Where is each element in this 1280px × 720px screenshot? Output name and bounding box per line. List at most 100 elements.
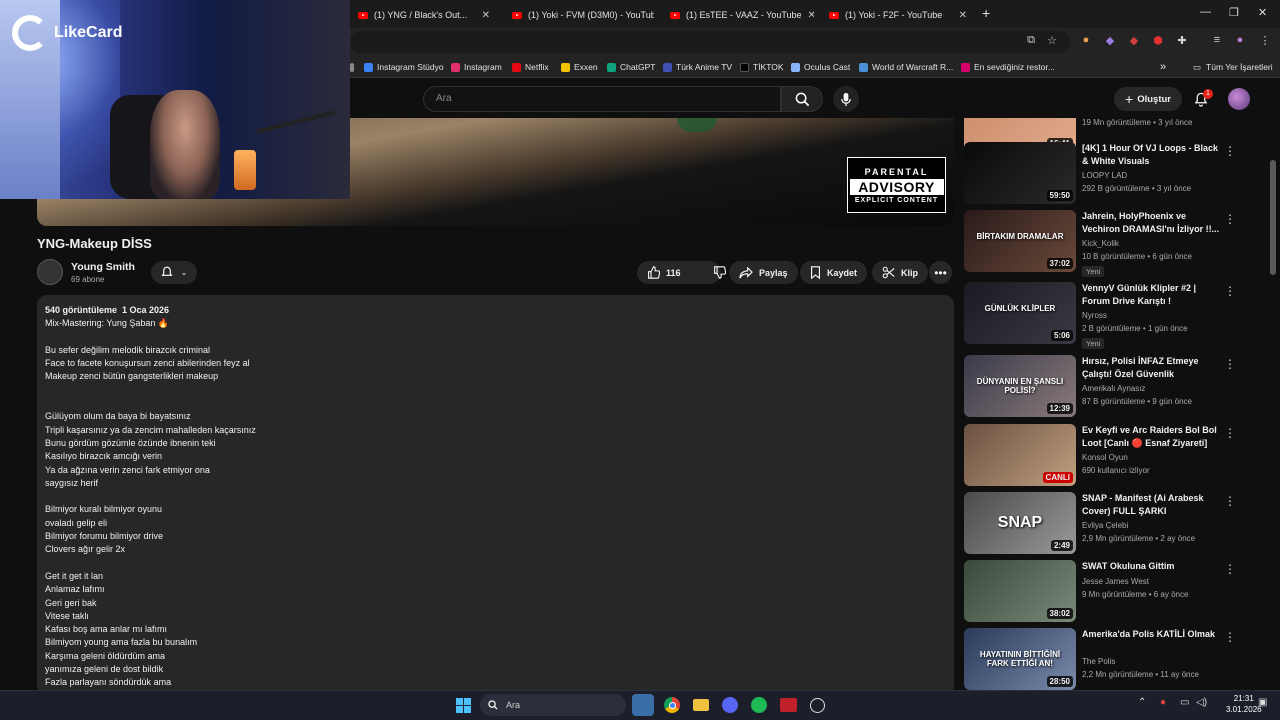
bookmark-item[interactable]: Türk Anime TV bbox=[663, 58, 732, 76]
recommended-video-title[interactable]: SNAP - Manifest (Ai Arabesk Cover) FULL … bbox=[1082, 492, 1222, 517]
video-thumbnail[interactable]: CANLI bbox=[964, 424, 1076, 486]
recommended-video[interactable]: HAYATININ BİTTİĞİNİ FARK ETTİĞİ AN! 28:50… bbox=[964, 628, 1264, 690]
chrome-app-icon[interactable] bbox=[661, 694, 683, 716]
bookmark-folder-icon[interactable] bbox=[350, 58, 358, 76]
extension-icon[interactable]: ◆ bbox=[1127, 34, 1141, 47]
bookmark-item[interactable]: Exxen bbox=[561, 58, 598, 76]
bookmark-item[interactable]: En sevdiğiniz restor... bbox=[961, 58, 1055, 76]
search-button[interactable] bbox=[781, 86, 823, 112]
recommended-video-title[interactable]: Hırsız, Polisi İNFAZ Etmeye Çalıştı! Öze… bbox=[1082, 355, 1222, 381]
recommended-channel[interactable]: LOOPY LAD bbox=[1082, 171, 1127, 180]
taskbar-clock[interactable]: 21:31 3.01.2026 bbox=[1226, 693, 1262, 715]
recommended-channel[interactable]: Amerikalı Aynasız bbox=[1082, 384, 1145, 393]
browser-menu-icon[interactable]: ⋮ bbox=[1258, 34, 1272, 47]
recommended-video[interactable]: GÜNLÜK KLİPLER 5:06 VennyV Günlük Klipler … bbox=[964, 282, 1264, 349]
discord-app-icon[interactable] bbox=[719, 694, 741, 716]
more-options-icon[interactable]: ⋮ bbox=[1224, 284, 1236, 298]
recommended-video-title[interactable]: VennyV Günlük Klipler #2 | Forum Drive K… bbox=[1082, 282, 1222, 307]
recommended-channel[interactable]: Evliya Çelebi bbox=[1082, 521, 1128, 530]
close-window-icon[interactable]: ✕ bbox=[1258, 6, 1267, 19]
browser-tab[interactable]: (1) EsTEE - VAAZ - YouTube ✕ bbox=[664, 4, 814, 26]
voice-search-button[interactable] bbox=[833, 86, 859, 112]
taskbar-search[interactable]: Ara bbox=[480, 694, 626, 716]
search-input[interactable]: Ara bbox=[423, 86, 781, 112]
browser-tab[interactable]: (1) YNG / Black's Out... ✕ bbox=[352, 4, 496, 26]
bookmark-item[interactable]: Instagram bbox=[451, 58, 502, 76]
bookmark-star-icon[interactable]: ☆ bbox=[1045, 34, 1059, 47]
share-button[interactable]: Paylaş bbox=[729, 261, 798, 284]
video-thumbnail[interactable]: DÜNYANIN EN ŞANSLI POLİSİ? 12:39 bbox=[964, 355, 1076, 417]
recommended-video[interactable]: 59:50 [4K] 1 Hour Of VJ Loops - Black & W… bbox=[964, 142, 1264, 204]
save-button[interactable]: Kaydet bbox=[800, 261, 868, 284]
recommended-channel[interactable]: Nyross bbox=[1082, 311, 1107, 320]
recommended-video-title[interactable]: Amerika'da Polis KATİLİ Olmak bbox=[1082, 628, 1222, 641]
recommended-video[interactable]: DÜNYANIN EN ŞANSLI POLİSİ? 12:39 Hırsız, P… bbox=[964, 355, 1264, 417]
subscription-notifications-button[interactable]: ⌄ bbox=[151, 261, 197, 284]
address-field[interactable] bbox=[350, 31, 1070, 53]
video-thumbnail[interactable]: 38:02 bbox=[964, 560, 1076, 622]
recommended-video[interactable]: CANLI Ev Keyfi ve Arc Raiders Bol Bol Loo… bbox=[964, 424, 1264, 486]
video-thumbnail[interactable]: 59:50 bbox=[964, 142, 1076, 204]
video-description[interactable]: 540 görüntüleme 1 Oca 2026 Mix-Mastering… bbox=[37, 295, 954, 695]
new-tab-button[interactable]: + bbox=[982, 5, 990, 21]
steam-app-icon[interactable] bbox=[806, 694, 828, 716]
profile-icon[interactable]: ● bbox=[1233, 34, 1247, 46]
media-control-icon[interactable]: ≡ bbox=[1210, 34, 1224, 46]
browser-tab[interactable]: (1) Yoki - F2F - YouTube ✕ bbox=[823, 4, 973, 26]
cast-icon[interactable]: ⧉ bbox=[1024, 34, 1038, 47]
photos-app-icon[interactable] bbox=[632, 694, 654, 716]
video-thumbnail[interactable]: BİRTAKIM DRAMALAR 37:02 bbox=[964, 210, 1076, 272]
recommended-video-title[interactable]: Ev Keyfi ve Arc Raiders Bol Bol Loot [Ca… bbox=[1082, 424, 1222, 449]
more-options-icon[interactable]: ⋮ bbox=[1224, 630, 1236, 644]
recommended-video-title[interactable]: [4K] 1 Hour Of VJ Loops - Black & White … bbox=[1082, 142, 1222, 167]
video-thumbnail[interactable]: HAYATININ BİTTİĞİNİ FARK ETTİĞİ AN! 28:50 bbox=[964, 628, 1076, 690]
channel-name[interactable]: Young Smith bbox=[71, 261, 135, 273]
more-actions-button[interactable]: ••• bbox=[929, 261, 952, 284]
more-options-icon[interactable]: ⋮ bbox=[1224, 357, 1236, 371]
volume-icon[interactable]: ◁) bbox=[1196, 697, 1207, 708]
bookmark-item[interactable]: Oculus Cast bbox=[791, 58, 850, 76]
more-options-icon[interactable]: ⋮ bbox=[1224, 212, 1236, 226]
windows-start-button[interactable] bbox=[452, 694, 474, 716]
video-thumbnail[interactable]: GÜNLÜK KLİPLER 5:06 bbox=[964, 282, 1076, 344]
recommended-video[interactable]: BİRTAKIM DRAMALAR 37:02 Jahrein, HolyPhoen… bbox=[964, 210, 1264, 277]
recommended-video[interactable]: 38:02 SWAT Okuluna Gittim Jesse James West… bbox=[964, 560, 1264, 622]
bookmark-item[interactable]: TİKTOK bbox=[740, 58, 784, 76]
extension-icon[interactable]: ● bbox=[1079, 34, 1093, 46]
close-tab-icon[interactable]: ✕ bbox=[476, 10, 490, 21]
recommended-channel[interactable]: The Polis bbox=[1082, 657, 1115, 666]
more-options-icon[interactable]: ⋮ bbox=[1224, 562, 1236, 576]
spotify-app-icon[interactable] bbox=[748, 694, 770, 716]
extensions-puzzle-icon[interactable]: ✚ bbox=[1175, 34, 1189, 47]
bookmarks-overflow-icon[interactable]: » bbox=[1160, 58, 1166, 76]
clip-button[interactable]: Klip bbox=[872, 261, 928, 284]
bookmark-item[interactable]: ChatGPT bbox=[607, 58, 655, 76]
like-button[interactable]: 116 bbox=[637, 261, 691, 284]
browser-tab[interactable]: (1) Yoki - FVM (D3M0) - YouTub✕ bbox=[506, 4, 654, 26]
more-options-icon[interactable]: ⋮ bbox=[1224, 494, 1236, 508]
tray-microphone-icon[interactable]: ● bbox=[1160, 697, 1166, 708]
close-tab-icon[interactable]: ✕ bbox=[953, 10, 967, 21]
bookmark-item[interactable]: Netflix bbox=[512, 58, 549, 76]
recommended-video[interactable]: SNAP 2:49 SNAP - Manifest (Ai Arabesk Cove… bbox=[964, 492, 1264, 554]
bookmark-item[interactable]: Instagram Stüdyo bbox=[364, 58, 444, 76]
file-explorer-icon[interactable] bbox=[690, 694, 712, 716]
extension-icon[interactable]: ⬢ bbox=[1151, 34, 1165, 47]
channel-avatar[interactable] bbox=[37, 259, 63, 285]
close-tab-icon[interactable]: ✕ bbox=[802, 10, 814, 21]
recommended-channel[interactable]: Jesse James West bbox=[1082, 577, 1149, 586]
recommended-video-title[interactable]: Jahrein, HolyPhoenix ve Vechiron DRAMASI… bbox=[1082, 210, 1222, 235]
minimize-icon[interactable]: — bbox=[1200, 6, 1211, 18]
more-options-icon[interactable]: ⋮ bbox=[1224, 144, 1236, 158]
recommended-channel[interactable]: Konsol Oyun bbox=[1082, 453, 1128, 462]
bookmark-item[interactable]: World of Warcraft R... bbox=[859, 58, 953, 76]
extension-icon[interactable]: ◆ bbox=[1103, 34, 1117, 47]
recommended-video-title[interactable]: SWAT Okuluna Gittim bbox=[1082, 560, 1222, 573]
sidebar-scrollbar[interactable] bbox=[1270, 160, 1276, 275]
more-options-icon[interactable]: ⋮ bbox=[1224, 426, 1236, 440]
all-bookmarks-button[interactable]: ▭ Tüm Yer İşaretleri bbox=[1193, 58, 1273, 76]
video-thumbnail[interactable]: SNAP 2:49 bbox=[964, 492, 1076, 554]
voicemeeter-app-icon[interactable] bbox=[777, 694, 799, 716]
tray-overflow-icon[interactable]: ⌃ bbox=[1138, 697, 1146, 708]
maximize-icon[interactable]: ❐ bbox=[1229, 6, 1239, 19]
